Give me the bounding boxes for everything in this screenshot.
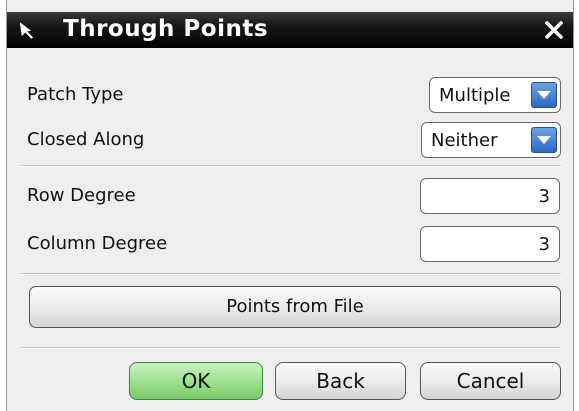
divider — [21, 273, 561, 275]
row-degree-label: Row Degree — [27, 185, 136, 206]
closed-along-row: Closed Along Neither — [7, 120, 573, 160]
row-degree-value: 3 — [538, 186, 550, 207]
patch-type-row: Patch Type Multiple — [7, 75, 573, 115]
cancel-button[interactable]: Cancel — [420, 362, 561, 400]
closed-along-label: Closed Along — [27, 129, 145, 150]
points-from-file-button[interactable]: Points from File — [29, 286, 561, 328]
patch-type-label: Patch Type — [27, 84, 124, 105]
divider — [21, 165, 561, 167]
close-icon — [545, 21, 563, 39]
chevron-down-icon[interactable] — [531, 127, 557, 153]
divider — [21, 347, 561, 349]
column-degree-label: Column Degree — [27, 233, 168, 254]
close-button[interactable] — [541, 16, 567, 44]
ok-button[interactable]: OK — [129, 362, 263, 400]
through-points-dialog: Through Points Patch Type Multiple Close… — [6, 0, 574, 411]
closed-along-dropdown[interactable]: Neither — [421, 122, 561, 158]
column-degree-input[interactable]: 3 — [420, 226, 560, 262]
chevron-down-icon[interactable] — [531, 82, 557, 108]
column-degree-row: Column Degree 3 — [7, 224, 573, 264]
patch-type-value: Multiple — [439, 85, 511, 106]
dialog-title: Through Points — [63, 16, 269, 42]
back-button[interactable]: Back — [275, 362, 406, 400]
pointer-arrow-icon — [17, 18, 41, 42]
column-degree-value: 3 — [538, 234, 550, 255]
patch-type-dropdown[interactable]: Multiple — [429, 77, 561, 113]
closed-along-value: Neither — [431, 130, 498, 151]
title-bar[interactable]: Through Points — [7, 12, 573, 48]
row-degree-row: Row Degree 3 — [7, 176, 573, 216]
row-degree-input[interactable]: 3 — [420, 178, 560, 214]
